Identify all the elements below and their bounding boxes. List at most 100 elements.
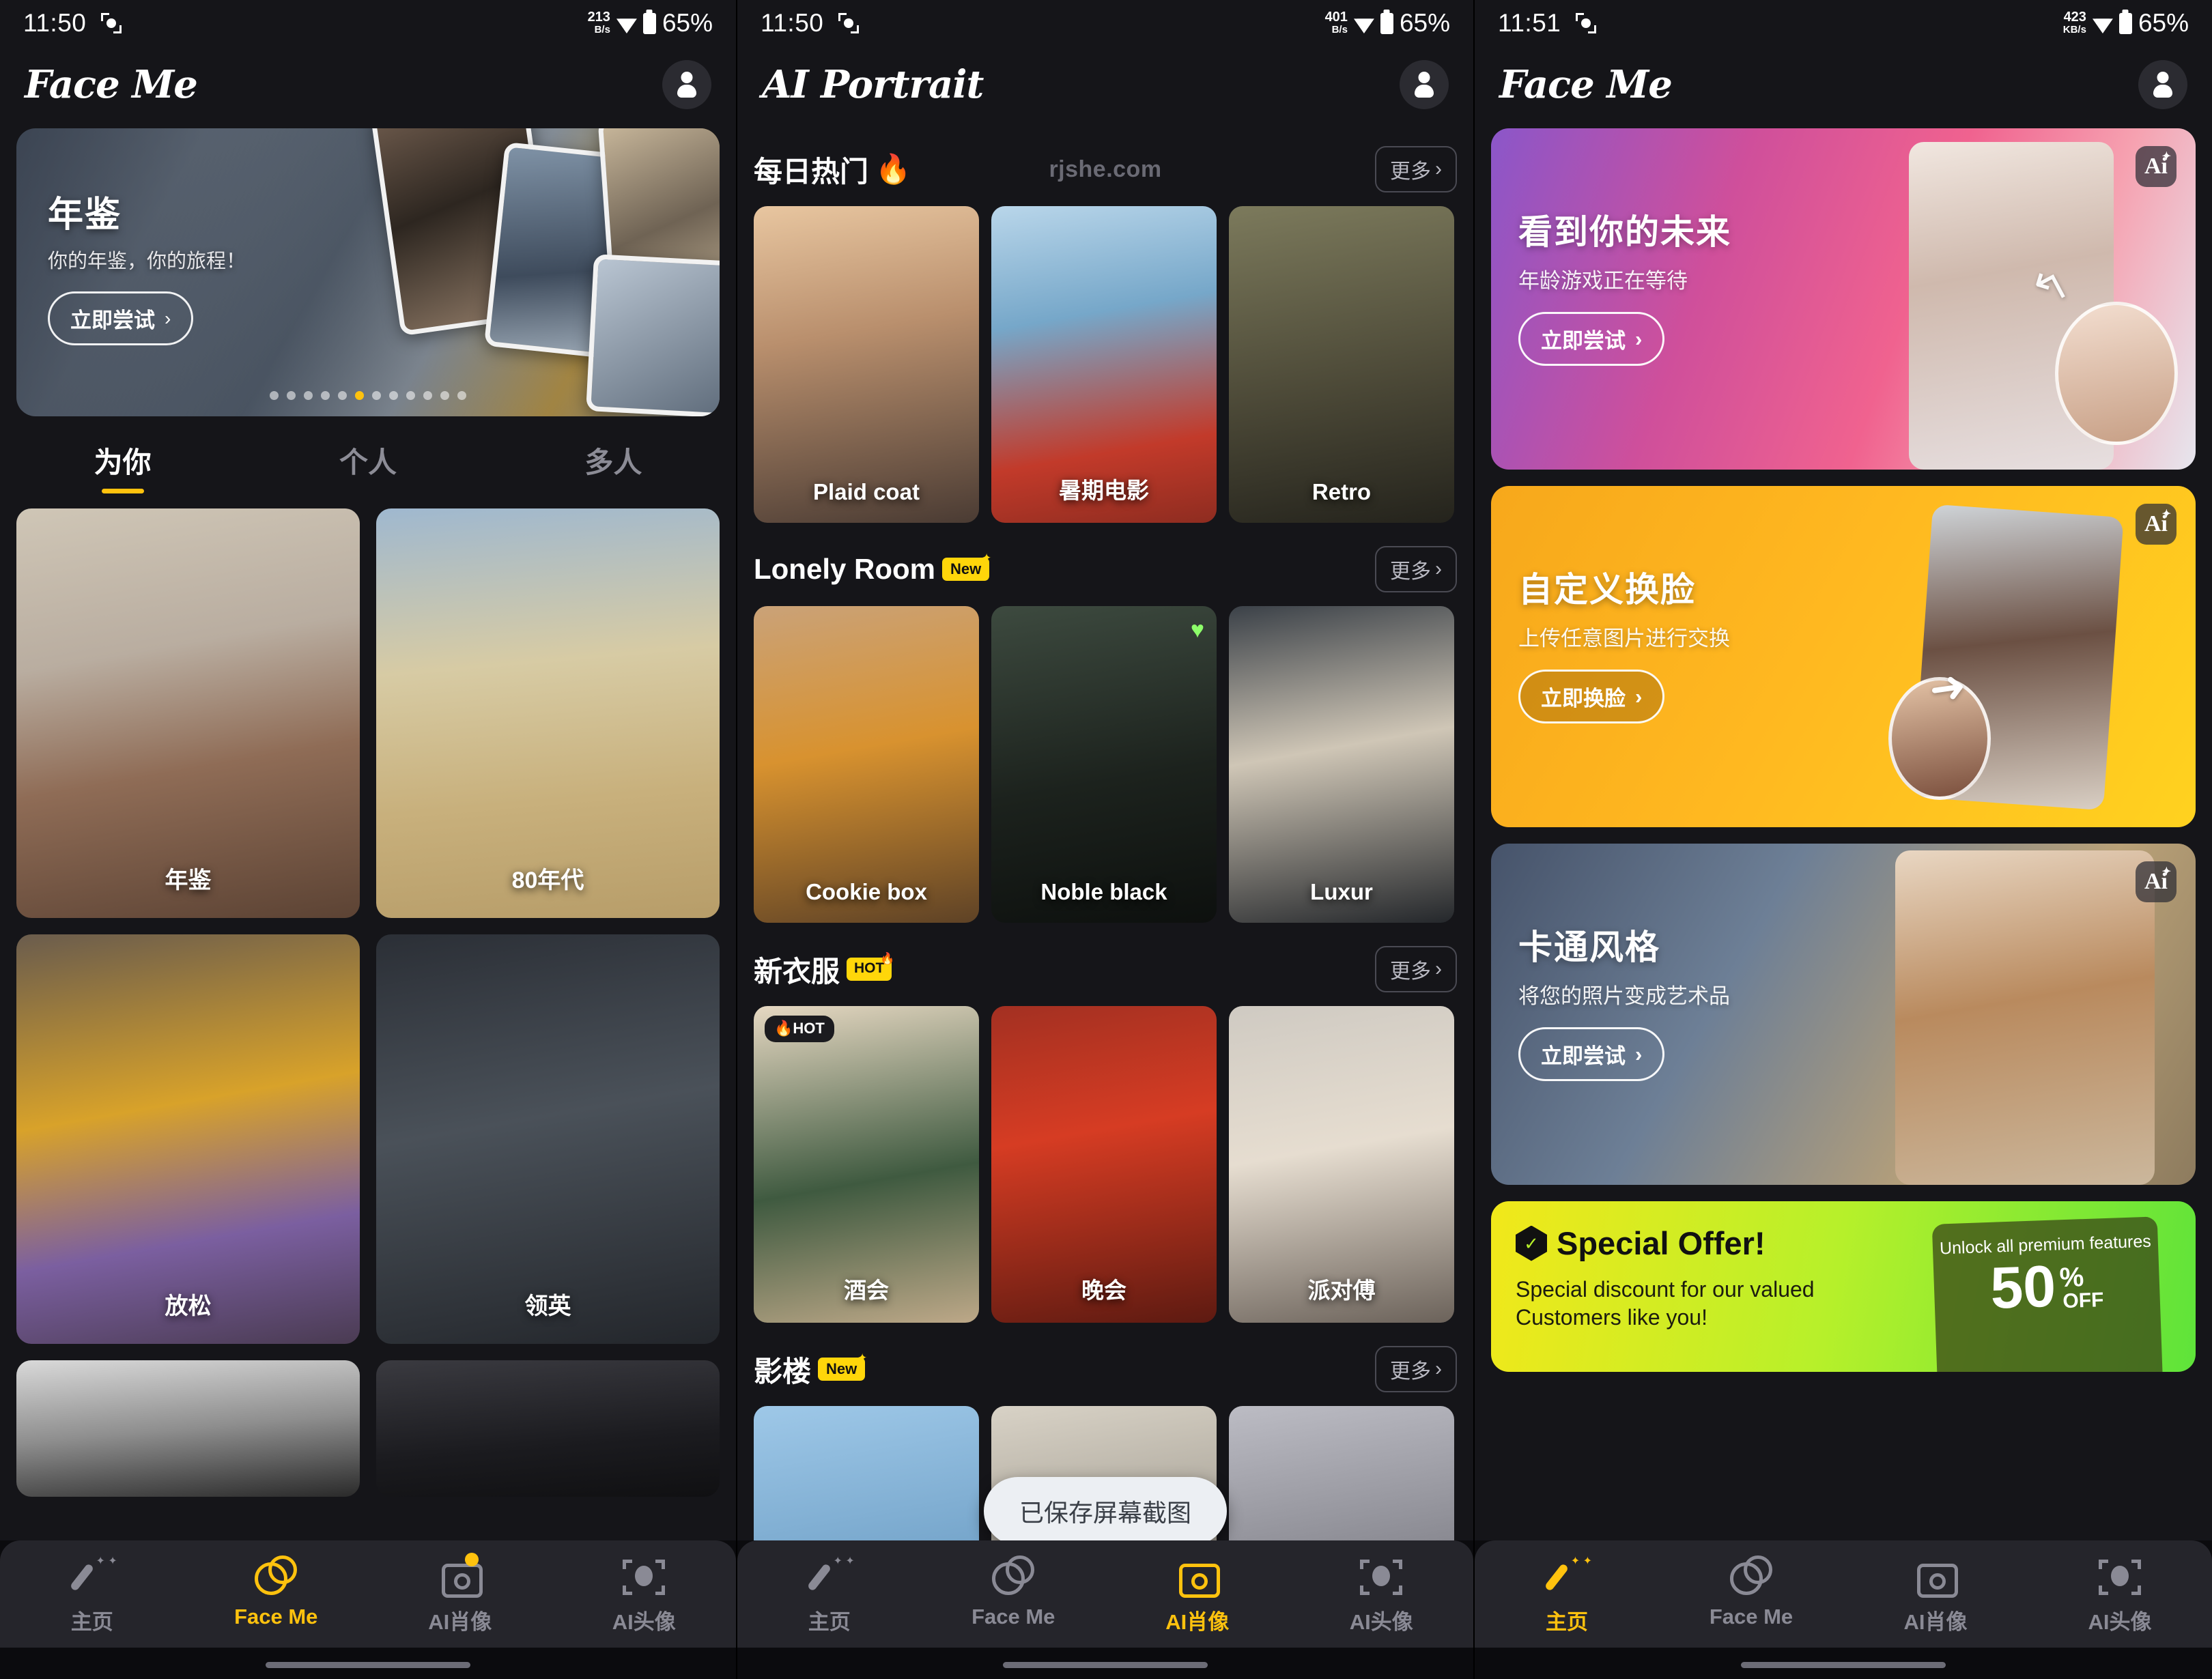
tab-2[interactable]: 多人 bbox=[491, 440, 736, 496]
nav-item-AI肖像[interactable]: AI肖像 bbox=[368, 1553, 552, 1635]
carousel-dot[interactable] bbox=[440, 391, 449, 400]
promo-subtitle: 上传任意图片进行交换 bbox=[1518, 627, 1730, 650]
battery-percent: 65% bbox=[2138, 9, 2189, 37]
portrait-card[interactable]: ♥ Noble black bbox=[991, 606, 1217, 923]
nav-item-主页[interactable]: 主页 bbox=[0, 1554, 184, 1635]
notification-dot bbox=[464, 1553, 479, 1566]
section-header: Lonely RoomNew 更多› bbox=[754, 546, 1457, 592]
carousel-dot[interactable] bbox=[457, 391, 466, 400]
hero-cta-label: 立即尝试 bbox=[70, 308, 155, 332]
tab-0[interactable]: 为你 bbox=[0, 440, 245, 496]
nav-item-AI头像[interactable]: AI头像 bbox=[1290, 1555, 1474, 1635]
offer-off-label: OFF bbox=[2062, 1289, 2104, 1313]
style-card[interactable]: 放松 bbox=[16, 934, 360, 1344]
promo-cta-button[interactable]: 立即尝试 › bbox=[1518, 312, 1665, 366]
ai-badge-icon: Ai bbox=[2136, 504, 2176, 545]
carousel-dot[interactable] bbox=[406, 391, 415, 400]
offer-discount-tag: Unlock all premium features 50% OFF bbox=[1931, 1216, 2164, 1372]
carousel-dot[interactable] bbox=[389, 391, 398, 400]
favorite-heart-icon[interactable]: ♥ bbox=[1191, 617, 1204, 644]
battery-icon bbox=[2118, 12, 2132, 34]
camera-icon bbox=[438, 1553, 483, 1598]
collage-tile bbox=[586, 254, 720, 416]
bottom-navigation: 主页 Face Me AI肖像 AI头像 bbox=[737, 1540, 1473, 1648]
style-card[interactable]: 领英 bbox=[376, 934, 720, 1344]
section-title: 每日热门 🔥 bbox=[754, 149, 911, 190]
user-avatar-button[interactable] bbox=[1400, 60, 1449, 109]
carousel-dot[interactable] bbox=[423, 391, 432, 400]
style-card[interactable]: 年鉴 bbox=[16, 508, 360, 918]
nav-item-AI肖像[interactable]: AI肖像 bbox=[1105, 1555, 1290, 1635]
tab-label: 个人 bbox=[339, 446, 397, 478]
nav-item-label: AI头像 bbox=[1349, 1610, 1413, 1634]
carousel-dots[interactable] bbox=[270, 391, 466, 400]
chevron-right-icon: › bbox=[1635, 326, 1643, 351]
carousel-dot[interactable] bbox=[338, 391, 347, 400]
section-card-row[interactable]: Plaid coat 暑期电影 Retro bbox=[754, 206, 1457, 523]
portrait-card[interactable]: 🔥HOT 酒会 bbox=[754, 1006, 979, 1323]
wifi-icon bbox=[616, 18, 637, 33]
hero-title: 年鉴 bbox=[48, 195, 122, 235]
carousel-dot[interactable] bbox=[355, 391, 364, 400]
face-scan-icon bbox=[2097, 1555, 2142, 1596]
special-offer-card[interactable]: ✓ Special Offer! Special discount for our … bbox=[1491, 1201, 2196, 1372]
user-avatar-button[interactable] bbox=[2138, 60, 2187, 109]
carousel-dot[interactable] bbox=[372, 391, 381, 400]
hero-banner-yearbook[interactable]: 年鉴 你的年鉴，你的旅程！ 立即尝试 › bbox=[16, 128, 720, 416]
chevron-right-icon: › bbox=[1435, 558, 1442, 580]
bottom-nav-wrap: 主页 Face Me AI肖像 AI头像 bbox=[1475, 1540, 2212, 1679]
status-time: 11:50 bbox=[761, 9, 824, 37]
portrait-card[interactable]: 派对傅 bbox=[1229, 1006, 1454, 1323]
promo-subtitle: 将您的照片变成艺术品 bbox=[1518, 984, 1730, 1008]
portrait-card[interactable]: 暑期电影 bbox=[991, 206, 1217, 523]
user-avatar-button[interactable] bbox=[662, 60, 711, 109]
more-button[interactable]: 更多 › bbox=[1375, 946, 1457, 992]
nav-item-Face Me[interactable]: Face Me bbox=[922, 1555, 1106, 1635]
portrait-card-label: Retro bbox=[1311, 479, 1372, 504]
portrait-card[interactable]: Plaid coat bbox=[754, 206, 979, 523]
promo-cta-button[interactable]: 立即尝试 › bbox=[1518, 1027, 1665, 1081]
carousel-dot[interactable] bbox=[287, 391, 296, 400]
portrait-card[interactable]: 晚会 bbox=[991, 1006, 1217, 1323]
portrait-card[interactable]: Retro bbox=[1229, 206, 1454, 523]
status-time: 11:51 bbox=[1498, 9, 1561, 37]
carousel-dot[interactable] bbox=[270, 391, 279, 400]
portrait-card[interactable]: Luxur bbox=[1229, 606, 1454, 923]
style-card[interactable] bbox=[16, 1360, 360, 1497]
promo-title: 卡通风格 bbox=[1518, 928, 1660, 966]
wifi-icon bbox=[1353, 18, 1374, 33]
style-card[interactable]: 80年代 bbox=[376, 508, 720, 918]
promo-cta-label: 立即尝试 bbox=[1541, 1044, 1626, 1068]
nav-item-label: AI肖像 bbox=[428, 1610, 492, 1634]
nav-item-label: Face Me bbox=[1709, 1605, 1793, 1628]
nav-item-Face Me[interactable]: Face Me bbox=[184, 1555, 369, 1635]
nav-item-Face Me[interactable]: Face Me bbox=[1659, 1555, 1843, 1635]
more-button[interactable]: 更多 › bbox=[1375, 1346, 1457, 1392]
nav-item-AI头像[interactable]: AI头像 bbox=[2028, 1555, 2212, 1635]
promo-cta-button[interactable]: 立即换脸 › bbox=[1518, 670, 1665, 723]
section-card-row[interactable]: 🔥HOT 酒会 晚会 派对傅 bbox=[754, 1006, 1457, 1323]
carousel-dot[interactable] bbox=[304, 391, 313, 400]
more-button[interactable]: 更多 › bbox=[1375, 546, 1457, 592]
carousel-dot[interactable] bbox=[321, 391, 330, 400]
section-title: 影楼 New bbox=[754, 1349, 868, 1390]
new-badge: New bbox=[942, 551, 992, 582]
nav-item-AI头像[interactable]: AI头像 bbox=[552, 1555, 737, 1635]
portrait-card[interactable]: Cookie box bbox=[754, 606, 979, 923]
tab-1[interactable]: 个人 bbox=[245, 440, 490, 496]
nav-item-AI肖像[interactable]: AI肖像 bbox=[1843, 1555, 2028, 1635]
nav-item-主页[interactable]: 主页 bbox=[1475, 1554, 1659, 1635]
app-header: Face Me bbox=[1475, 46, 2212, 123]
app-header: Face Me bbox=[0, 46, 736, 123]
more-button[interactable]: 更多 › bbox=[1375, 146, 1457, 192]
bottom-nav-wrap: 主页 Face Me AI肖像 AI头像 bbox=[0, 1540, 736, 1679]
hero-cta-button[interactable]: 立即尝试 › bbox=[48, 291, 194, 345]
section-card-row[interactable]: Cookie box ♥ Noble black Luxur bbox=[754, 606, 1457, 923]
promo-banner[interactable]: Ai 卡通风格将您的照片变成艺术品立即尝试 › bbox=[1491, 844, 2196, 1185]
style-card[interactable] bbox=[376, 1360, 720, 1497]
promo-banner[interactable]: ↰Ai看到你的未来年龄游戏正在等待立即尝试› bbox=[1491, 128, 2196, 470]
promo-banner[interactable]: ➜ Ai 自定义换脸上传任意图片进行交换立即换脸 › bbox=[1491, 486, 2196, 827]
two-faces-icon bbox=[1729, 1555, 1774, 1596]
nav-item-主页[interactable]: 主页 bbox=[737, 1554, 922, 1635]
category-tabs: 为你 个人 多人 bbox=[0, 416, 736, 496]
